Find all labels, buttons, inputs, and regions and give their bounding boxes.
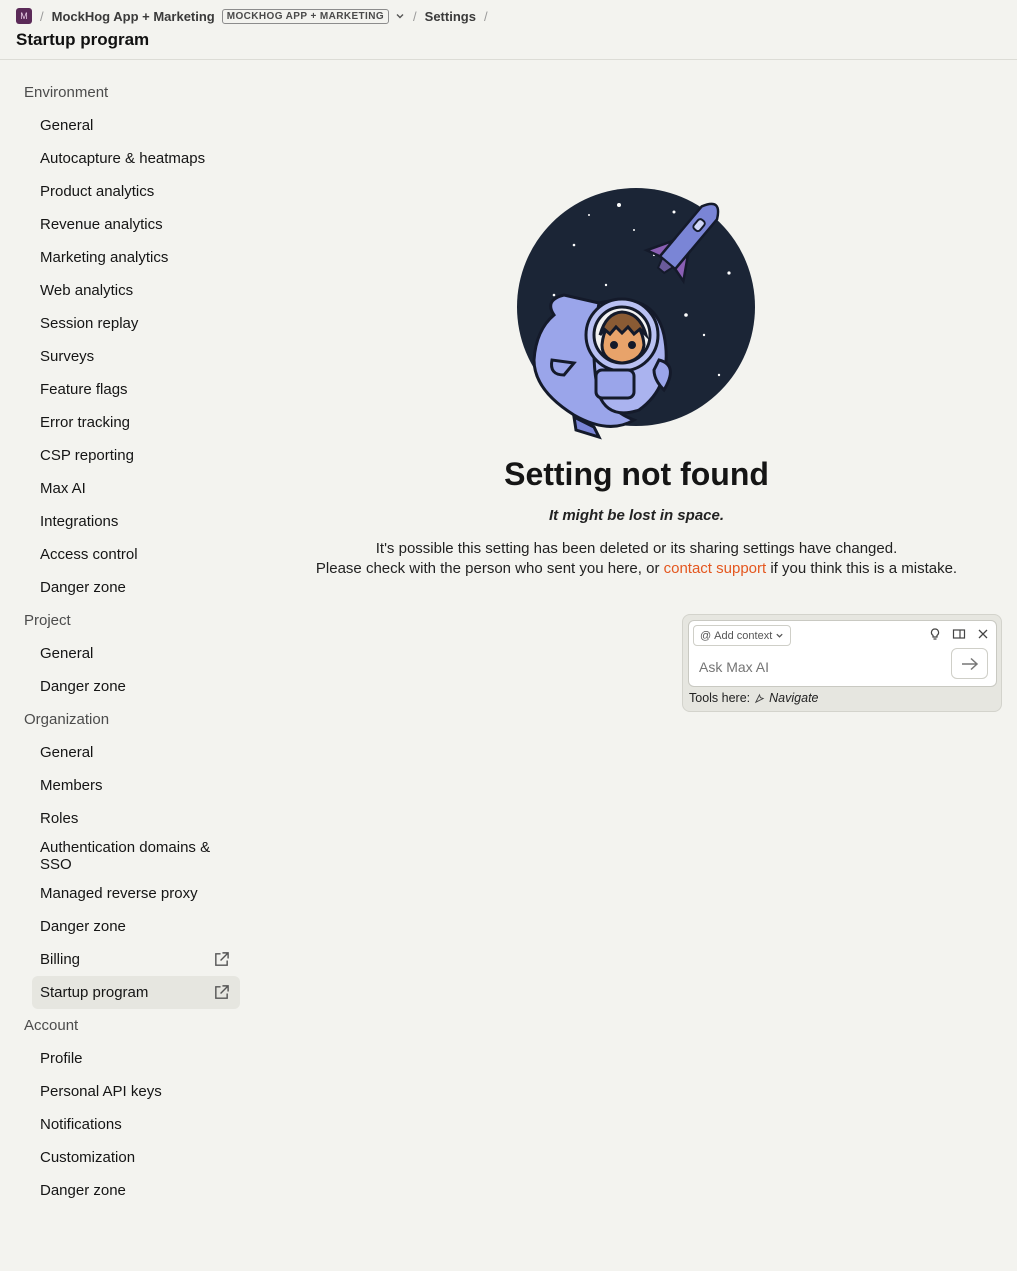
sidebar-item-label: Startup program [40,984,149,1001]
description-line-2: Please check with the person who sent yo… [290,559,983,579]
sidebar-item-project-danger-zone[interactable]: Danger zone [24,670,240,703]
sidebar-item-billing[interactable]: Billing [24,943,240,976]
at-icon: @ [700,629,712,642]
settings-sidebar: Environment General Autocapture & heatma… [24,76,240,1207]
description-line-1: It's possible this setting has been dele… [375,540,898,557]
sidebar-item-org-general[interactable]: General [24,736,240,769]
close-icon[interactable] [976,627,990,641]
section-account: Account [24,1017,79,1034]
sidebar-item-members[interactable]: Members [24,769,240,802]
page-title: Startup program [16,30,150,49]
lightbulb-icon[interactable] [928,627,942,641]
breadcrumb-separator: / [413,8,417,24]
sidebar-item-env-general[interactable]: General [24,109,240,142]
breadcrumb-project[interactable]: MockHog App + Marketing [52,9,215,24]
chevron-down-icon[interactable] [395,11,405,21]
sidebar-item-startup-program[interactable]: Startup program [32,976,240,1009]
section-organization: Organization [24,711,110,728]
tool-navigate[interactable]: Navigate [769,691,818,705]
sidebar-item-product-analytics[interactable]: Product analytics [24,175,240,208]
contact-support-link[interactable]: contact support [664,560,767,577]
breadcrumb-separator: / [483,8,488,24]
section-environment: Environment [24,84,109,101]
ask-max-input[interactable] [699,659,939,675]
sidebar-item-web-analytics[interactable]: Web analytics [24,274,240,307]
sidebar-item-api-keys[interactable]: Personal API keys [24,1075,240,1108]
sidebar-item-autocapture[interactable]: Autocapture & heatmaps [24,142,240,175]
tools-label: Tools here: [689,691,751,705]
sidebar-item-surveys[interactable]: Surveys [24,340,240,373]
max-ai-panel: @ Add context Tools here: Navigate [682,614,1002,712]
environment-tag[interactable]: MOCKHOG APP + MARKETING [221,8,390,24]
not-found-subtitle: It might be lost in space. [548,507,725,524]
max-ai-input-box: @ Add context [688,620,997,687]
add-context-label: Add context [714,629,773,642]
breadcrumb-separator: / [40,8,44,24]
sidebar-item-notifications[interactable]: Notifications [24,1108,240,1141]
sidebar-item-label: Billing [40,951,81,968]
arrow-right-icon [961,657,978,670]
sidebar-item-project-general[interactable]: General [24,637,240,670]
sidebar-item-error-tracking[interactable]: Error tracking [24,406,240,439]
sidebar-item-marketing-analytics[interactable]: Marketing analytics [24,241,240,274]
sidebar-item-roles[interactable]: Roles [24,802,240,835]
sidebar-item-profile[interactable]: Profile [24,1042,240,1075]
sidebar-item-access-control[interactable]: Access control [24,538,240,571]
not-found-description: It's possible this setting has been dele… [290,539,983,579]
send-button[interactable] [951,648,988,679]
external-link-icon [215,985,229,999]
description-text: if you think this is a mistake. [770,560,958,577]
external-link-icon [215,952,229,966]
section-project: Project [24,612,71,629]
max-toolbar [928,627,990,641]
sidebar-item-reverse-proxy[interactable]: Managed reverse proxy [24,877,240,910]
tools-row: Tools here: Navigate [689,691,819,705]
sidebar-item-session-replay[interactable]: Session replay [24,307,240,340]
project-badge[interactable]: M [16,8,32,24]
astronaut-hedgehog-illustration [517,188,755,440]
top-header: M / MockHog App + Marketing MOCKHOG APP … [0,0,1017,60]
sidebar-item-customization[interactable]: Customization [24,1141,240,1174]
sidebar-item-env-danger-zone[interactable]: Danger zone [24,571,240,604]
sidebar-item-org-danger-zone[interactable]: Danger zone [24,910,240,943]
sidebar-item-integrations[interactable]: Integrations [24,505,240,538]
sidebar-item-auth-domains[interactable]: Authentication domains & SSO [24,835,240,877]
compass-icon [754,693,765,703]
not-found-title: Setting not found [504,456,769,492]
description-text: Please check with the person who sent yo… [315,560,660,577]
sidebar-panel-icon[interactable] [952,627,966,641]
breadcrumb-settings[interactable]: Settings [425,9,476,24]
breadcrumb: M / MockHog App + Marketing MOCKHOG APP … [16,7,496,25]
chevron-down-icon [776,633,783,638]
add-context-button[interactable]: @ Add context [693,625,792,646]
sidebar-item-account-danger-zone[interactable]: Danger zone [24,1174,240,1207]
sidebar-item-revenue-analytics[interactable]: Revenue analytics [24,208,240,241]
sidebar-item-max-ai[interactable]: Max AI [24,472,240,505]
sidebar-item-feature-flags[interactable]: Feature flags [24,373,240,406]
sidebar-item-csp-reporting[interactable]: CSP reporting [24,439,240,472]
